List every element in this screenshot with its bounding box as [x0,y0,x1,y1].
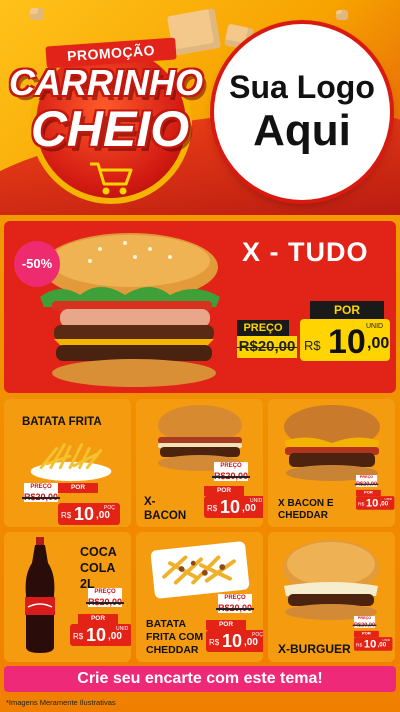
header-banner: PROMOÇÃO CARRINHO CHEIO Sua Logo Aqui [0,0,400,215]
promo-badge: PROMOÇÃO CARRINHO CHEIO [8,18,208,203]
old-price-value: R$20,00 [88,597,123,607]
fries-cheddar-image [150,541,250,599]
logo-text-line1: Sua Logo [229,69,375,105]
old-price-value: R$20,00 [354,621,376,628]
shopping-cart-icon [90,162,133,195]
old-price-label: PREÇO [237,320,289,336]
new-price-value: R$ 10,00 POÇ [206,630,263,652]
old-price-label: PREÇO [88,588,122,597]
new-price-value: R$ 10,00 UNID [356,496,395,510]
product-card-x-burguer[interactable]: X-BURGUER PREÇO R$20,00 POR R$ 10,00 UNID [268,532,395,662]
product-name: X- BACON [144,496,187,522]
product-card-coca-cola[interactable]: COCA COLA 2L PREÇO R$20,00 POR R$ 10,00 UNI… [4,532,131,662]
new-price-value: R$ 10 ,00 UNID [300,319,390,361]
product-card-batata-frita[interactable]: BATATA FRITA PREÇO R$20,00 POR R$ 10,00 PO… [4,399,131,527]
product-card-batata-cheddar[interactable]: BATATA FRITA COM CHEDDAR PREÇO R$20,00 POR… [136,532,263,662]
price-box: PREÇO R$20,00 POR R$ 10,00 UNID [354,616,395,651]
old-price-label: PREÇO [218,594,252,603]
logo-text-line2: Aqui [253,106,351,155]
new-price-label: POR [310,301,384,319]
price-box: PREÇO R$20,00 POR R$ 10,00 POÇ [24,483,120,525]
featured-product-name: X - TUDO [242,237,369,267]
price-box: PREÇO R$20,00 POR R$ 10,00 UNID [204,462,263,518]
featured-old-price-box: PREÇO R$20,00 [237,320,301,358]
price-decimal: ,00 [367,335,390,352]
new-price-value: R$ 10,00 UNID [354,637,393,651]
create-flyer-button[interactable]: Crie seu encarte com este tema! [4,666,396,692]
new-price-label: POR [58,483,98,493]
coca-cola-bottle-image [25,537,55,653]
discount-badge: -50% [14,241,60,287]
featured-product-card[interactable]: -50% X - TUDO PREÇO R$20,00 POR R$ 10 ,0… [4,221,396,393]
x-burguer-image [283,540,379,620]
price-box: PREÇO R$20,00 POR R$ 10,00 UNID [68,588,131,646]
new-price-label: POR [78,614,118,624]
old-price-value: R$20,00 [237,336,297,358]
product-name: BATATA FRITA COM CHEDDAR [146,618,204,656]
price-integer: 10 [328,323,366,361]
product-name: X-BURGUER [278,642,351,656]
promo-title-line2: CHEIO [30,101,190,157]
product-name: COCA COLA 2L [80,545,117,591]
new-price-label: POR [204,486,244,496]
decorative-box [336,10,348,20]
currency-symbol: R$ [304,338,321,353]
product-card-x-bacon[interactable]: X- BACON PREÇO R$20,00 POR R$ 10,00 UNID [136,399,263,527]
new-price-value: R$ 10,00 UNID [204,496,263,518]
product-card-x-bacon-cheddar[interactable]: X BACON E CHEDDAR PREÇO R$20,00 POR R$ 10,… [268,399,395,527]
image-disclaimer: *Imagens Meramente Ilustrativas [6,698,116,707]
x-bacon-cheddar-burger-image [284,405,380,481]
logo-placeholder[interactable]: Sua Logo Aqui [214,24,390,200]
x-tudo-burger-image [40,233,220,387]
new-price-value: R$ 10,00 POÇ [58,503,120,525]
product-name: BATATA FRITA [22,416,102,428]
old-price-value: R$20,00 [218,603,253,613]
old-price-label: PREÇO [214,462,248,471]
fries-image [30,443,112,482]
new-price-label: POR [206,620,246,630]
old-price-value: R$20,00 [24,492,59,502]
old-price-value: R$20,00 [214,471,249,481]
old-price-label: PREÇO [24,483,58,492]
featured-new-price-box: POR R$ 10 ,00 UNID [300,301,390,361]
price-box: PREÇO R$20,00 POR R$ 10,00 POÇ [206,594,263,652]
promo-title-line1: CARRINHO [9,62,203,103]
new-price-value: R$ 10,00 UNID [70,624,131,646]
old-price-value: R$20,00 [356,480,378,487]
product-name: X BACON E CHEDDAR [278,498,334,521]
price-box: PREÇO R$20,00 POR R$ 10,00 UNID [356,475,395,510]
price-unit: UNID [366,323,384,330]
